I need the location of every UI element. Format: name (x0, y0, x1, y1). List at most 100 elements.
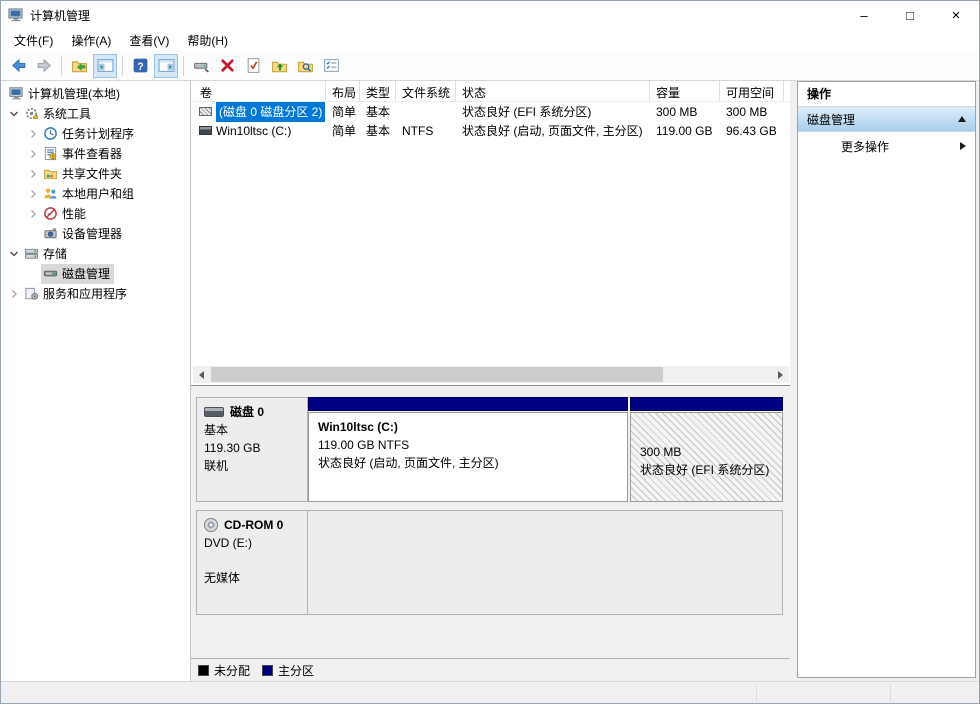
volume-filesystem: NTFS (396, 124, 456, 138)
chevron-collapsed-icon[interactable] (24, 148, 41, 160)
task-scheduler-icon (43, 126, 58, 141)
column-header-volume[interactable]: 卷 (194, 81, 326, 101)
folder-up-icon[interactable] (267, 54, 291, 78)
toolbar-separator (61, 56, 62, 76)
toolbar: ? (1, 51, 979, 81)
scroll-right-icon[interactable] (772, 366, 789, 383)
svg-text:?: ? (137, 61, 143, 73)
tree-item-shared-folders[interactable]: 共享文件夹 (1, 164, 190, 184)
primary-partition-color-swatch (262, 665, 273, 676)
tree-item-services-applications[interactable]: 服务和应用程序 (1, 284, 190, 304)
disk-management-main: 卷 布局 类型 文件系统 状态 容量 可用空间 (磁盘 0 磁盘分区 2) 简单… (191, 81, 792, 681)
close-button[interactable]: × (933, 1, 979, 29)
cdrom-row: CD-ROM 0 DVD (E:) 无媒体 (196, 510, 783, 615)
volume-name: (磁盘 0 磁盘分区 2) (216, 102, 325, 122)
tree-item-local-users-groups[interactable]: 本地用户和组 (1, 184, 190, 204)
table-row[interactable]: Win10ltsc (C:) 简单 基本 NTFS 状态良好 (启动, 页面文件… (191, 121, 791, 140)
collapse-icon[interactable] (958, 116, 966, 122)
tree-item-device-manager[interactable]: 设备管理器 (1, 224, 190, 244)
chevron-collapsed-icon[interactable] (24, 188, 41, 200)
folder-explore-icon[interactable] (293, 54, 317, 78)
minimize-button[interactable]: – (841, 1, 887, 29)
legend-label: 未分配 (214, 662, 250, 679)
table-row[interactable]: (磁盘 0 磁盘分区 2) 简单 基本 状态良好 (EFI 系统分区) 300 … (191, 102, 791, 121)
more-actions-label: 更多操作 (841, 138, 889, 155)
actions-panel: 操作 磁盘管理 更多操作 (790, 81, 979, 681)
export-list-icon[interactable] (67, 54, 91, 78)
volume-layout: 简单 (326, 122, 360, 139)
chevron-collapsed-icon[interactable] (24, 208, 41, 220)
tree-item-label: 存储 (43, 245, 67, 262)
tree-item-performance[interactable]: 性能 (1, 204, 190, 224)
shared-folders-icon (43, 166, 58, 181)
column-header-layout[interactable]: 布局 (326, 81, 360, 101)
volume-efi-icon (199, 107, 212, 116)
volume-capacity: 300 MB (650, 105, 720, 119)
volume-c-icon (199, 126, 212, 135)
menu-file[interactable]: 文件(F) (5, 30, 62, 51)
cdrom-drive: DVD (E:) (204, 534, 300, 552)
tree-item-computer-management[interactable]: 计算机管理(本地) (1, 84, 190, 104)
legend-label: 主分区 (278, 662, 314, 679)
volume-status: 状态良好 (EFI 系统分区) (456, 103, 650, 120)
tree-item-disk-management[interactable]: 磁盘管理 (1, 264, 190, 284)
disk-management-icon (43, 266, 58, 281)
disk-device-icon[interactable] (189, 54, 213, 78)
disk0-status: 联机 (204, 457, 300, 475)
menu-action[interactable]: 操作(A) (62, 30, 120, 51)
column-header-filesystem[interactable]: 文件系统 (396, 81, 456, 101)
computer-icon (9, 86, 24, 101)
cdrom-empty-area (308, 510, 783, 615)
chevron-expanded-icon[interactable] (5, 108, 22, 120)
tree-item-label: 共享文件夹 (62, 165, 122, 182)
show-action-pane-icon[interactable] (154, 54, 178, 78)
performance-icon (43, 206, 58, 221)
column-header-capacity[interactable]: 容量 (650, 81, 720, 101)
column-header-free-space[interactable]: 可用空间 (720, 81, 784, 101)
storage-icon (24, 246, 39, 261)
column-header-status[interactable]: 状态 (456, 81, 650, 101)
volume-list: 卷 布局 类型 文件系统 状态 容量 可用空间 (磁盘 0 磁盘分区 2) 简单… (191, 81, 791, 386)
volume-name: Win10ltsc (C:) (216, 124, 291, 138)
scroll-left-icon[interactable] (193, 366, 210, 383)
hard-disk-icon (204, 407, 224, 417)
cdrom-info-cell[interactable]: CD-ROM 0 DVD (E:) 无媒体 (196, 510, 308, 615)
maximize-button[interactable]: □ (887, 1, 933, 29)
chevron-collapsed-icon[interactable] (24, 168, 41, 180)
tree-item-label: 性能 (62, 205, 86, 222)
help-icon[interactable]: ? (128, 54, 152, 78)
menu-view[interactable]: 查看(V) (120, 30, 178, 51)
tree-item-task-scheduler[interactable]: 任务计划程序 (1, 124, 190, 144)
partition-efi-status: 状态良好 (EFI 系统分区) (640, 461, 773, 479)
partition-c[interactable]: Win10ltsc (C:) 119.00 GB NTFS 状态良好 (启动, … (308, 397, 628, 502)
disk0-info-cell[interactable]: 磁盘 0 基本 119.30 GB 联机 (196, 397, 308, 502)
scrollbar-thumb[interactable] (211, 367, 663, 382)
menu-bar: 文件(F) 操作(A) 查看(V) 帮助(H) (1, 29, 979, 51)
actions-group-disk-management[interactable]: 磁盘管理 (798, 107, 975, 132)
disk0-type: 基本 (204, 421, 300, 439)
chevron-expanded-icon[interactable] (5, 248, 22, 260)
delete-icon[interactable] (215, 54, 239, 78)
horizontal-scrollbar[interactable] (193, 366, 789, 383)
tree-item-storage[interactable]: 存储 (1, 244, 190, 264)
statusbar-separator (890, 684, 891, 701)
system-tools-icon (24, 106, 39, 121)
column-header-type[interactable]: 类型 (360, 81, 396, 101)
forward-icon[interactable] (32, 54, 56, 78)
show-console-tree-icon[interactable] (93, 54, 117, 78)
volume-type: 基本 (360, 103, 396, 120)
partition-efi[interactable]: 300 MB 状态良好 (EFI 系统分区) (630, 397, 783, 502)
tree-item-event-viewer[interactable]: 事件查看器 (1, 144, 190, 164)
tree-item-system-tools[interactable]: 系统工具 (1, 104, 190, 124)
cdrom-icon (204, 518, 218, 532)
volume-free-space: 300 MB (720, 105, 784, 119)
chevron-collapsed-icon[interactable] (5, 288, 22, 300)
volume-list-header: 卷 布局 类型 文件系统 状态 容量 可用空间 (191, 81, 791, 102)
legend-bar: 未分配 主分区 (191, 658, 791, 681)
menu-help[interactable]: 帮助(H) (178, 30, 237, 51)
back-icon[interactable] (6, 54, 30, 78)
check-document-icon[interactable] (241, 54, 265, 78)
properties-list-icon[interactable] (319, 54, 343, 78)
more-actions-item[interactable]: 更多操作 (798, 132, 975, 160)
chevron-collapsed-icon[interactable] (24, 128, 41, 140)
